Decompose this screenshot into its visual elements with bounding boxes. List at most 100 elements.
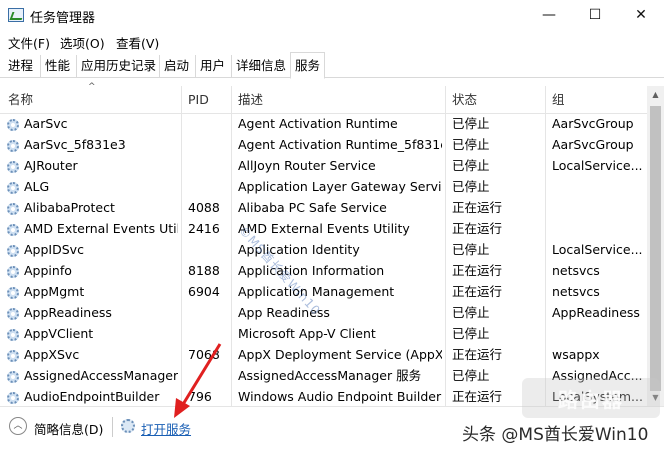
service-status: 正在运行: [452, 347, 503, 362]
service-description: Application Management: [238, 284, 395, 299]
service-description: Agent Activation Runtime_5f831e3: [238, 137, 442, 152]
window-title: 任务管理器: [30, 11, 96, 26]
author-watermark: 头条 @MS酋长爱Win10: [462, 425, 649, 445]
red-arrow-annotation: [174, 343, 222, 418]
router-logo-watermark: 路由器: [522, 378, 660, 418]
service-row[interactable]: AppIDSvc Application Identity 已停止 LocalServ…: [0, 240, 648, 261]
column-pid[interactable]: PID: [181, 86, 231, 114]
service-row[interactable]: ALG Application Layer Gateway Service 已停止: [0, 177, 648, 198]
service-description: AllJoyn Router Service: [238, 158, 376, 173]
minimize-button[interactable]: —: [526, 0, 572, 30]
service-name: AssignedAccessManager...: [24, 368, 178, 383]
open-services-link[interactable]: 打开服务: [141, 419, 191, 438]
service-group: [552, 198, 642, 219]
column-status[interactable]: 状态: [445, 86, 545, 114]
menu-view[interactable]: 查看(V): [116, 33, 159, 52]
service-pid: 6904: [188, 284, 220, 299]
service-name: AJRouter: [24, 158, 78, 173]
service-gear-icon: [7, 266, 19, 278]
services-list: AarSvc Agent Activation Runtime 已停止 AarSvcG…: [0, 114, 648, 406]
service-name: AppXSvc: [24, 347, 80, 362]
column-name[interactable]: 名称: [2, 86, 182, 114]
service-row[interactable]: AarSvc_5f831e3 Agent Activation Runtime_5…: [0, 135, 648, 156]
service-description: Agent Activation Runtime: [238, 116, 398, 131]
task-manager-icon: [8, 8, 24, 22]
service-group: AarSvcGroup: [552, 137, 634, 152]
tab-app-history[interactable]: 应用历史记录: [76, 55, 160, 78]
service-name: AppMgmt: [24, 284, 85, 299]
service-row[interactable]: AppMgmt 6904 Application Management 正在运行 net…: [0, 282, 648, 303]
vertical-scrollbar[interactable]: ▲ ▼: [647, 86, 664, 406]
service-pid: [188, 240, 230, 261]
service-gear-icon: [7, 161, 19, 173]
tab-performance[interactable]: 性能: [40, 55, 74, 78]
close-button[interactable]: ✕: [618, 0, 664, 30]
service-group: [552, 177, 642, 198]
service-name: AlibabaProtect: [24, 200, 115, 215]
service-row[interactable]: Appinfo 8188 Application Information 正在运行 ne…: [0, 261, 648, 282]
title-bar: 任务管理器 — ☐ ✕: [0, 0, 664, 30]
tab-bar: 进程 性能 应用历史记录 启动 用户 详细信息 服务: [0, 52, 664, 79]
service-status: 已停止: [452, 137, 490, 152]
service-name: AppVClient: [24, 326, 94, 341]
services-gear-icon[interactable]: [121, 419, 135, 433]
service-pid: [188, 177, 230, 198]
service-group: netsvcs: [552, 263, 600, 278]
service-name: AppIDSvc: [24, 242, 84, 257]
tab-users[interactable]: 用户: [195, 55, 229, 78]
service-description: Application Layer Gateway Service: [238, 179, 442, 194]
tab-processes[interactable]: 进程: [4, 55, 37, 78]
menu-options[interactable]: 选项(O): [60, 33, 105, 52]
column-header: 名称 PID 描述 状态 组: [0, 86, 648, 114]
service-description: AppX Deployment Service (AppX...: [238, 347, 442, 362]
service-pid: [188, 114, 230, 135]
service-row[interactable]: AMD External Events Util... 2416 AMD Exter…: [0, 219, 648, 240]
menu-bar: 文件(F) 选项(O) 查看(V): [0, 30, 664, 52]
service-status: 已停止: [452, 242, 490, 257]
footer-separator: [112, 417, 113, 437]
service-row[interactable]: AlibabaProtect 4088 Alibaba PC Safe Servic…: [0, 198, 648, 219]
tab-startup[interactable]: 启动: [159, 55, 193, 78]
service-gear-icon: [7, 140, 19, 152]
service-name: ALG: [24, 179, 50, 194]
service-row[interactable]: AarSvc Agent Activation Runtime 已停止 AarSvcG…: [0, 114, 648, 135]
service-group: wsappx: [552, 347, 600, 362]
service-gear-icon: [7, 329, 19, 341]
tab-services[interactable]: 服务: [290, 52, 326, 79]
service-description: AssignedAccessManager 服务: [238, 368, 422, 383]
scrollbar-thumb[interactable]: [650, 106, 661, 391]
service-group: AppReadiness: [552, 305, 640, 320]
chevron-up-icon[interactable]: ︿: [9, 417, 27, 435]
service-pid: 2416: [188, 221, 220, 236]
service-row[interactable]: AJRouter AllJoyn Router Service 已停止 LocalSe…: [0, 156, 648, 177]
service-group: LocalService...: [552, 242, 642, 257]
service-status: 正在运行: [452, 284, 503, 299]
service-group: [552, 324, 642, 345]
service-pid: [188, 135, 230, 156]
service-pid: 4088: [188, 200, 220, 215]
service-status: 已停止: [452, 179, 490, 194]
tab-details[interactable]: 详细信息: [231, 55, 290, 78]
service-status: 已停止: [452, 158, 490, 173]
service-row[interactable]: AppVClient Microsoft App-V Client 已停止: [0, 324, 648, 345]
service-gear-icon: [7, 119, 19, 131]
brief-info-button[interactable]: 简略信息(D): [34, 419, 103, 438]
service-name: AMD External Events Util...: [24, 221, 178, 236]
service-name: AppReadiness: [24, 305, 112, 320]
service-pid: 8188: [188, 263, 220, 278]
maximize-button[interactable]: ☐: [572, 0, 618, 30]
service-status: 已停止: [452, 326, 490, 341]
service-group: LocalService...: [552, 158, 642, 173]
service-gear-icon: [7, 182, 19, 194]
service-status: 正在运行: [452, 263, 503, 278]
column-group[interactable]: 组: [545, 86, 647, 114]
menu-file[interactable]: 文件(F): [8, 33, 50, 52]
service-gear-icon: [7, 245, 19, 257]
service-row[interactable]: AppXSvc 7068 AppX Deployment Service (AppX…: [0, 345, 648, 366]
service-gear-icon: [7, 308, 19, 320]
scroll-up-icon[interactable]: ▲: [647, 86, 664, 103]
service-gear-icon: [7, 287, 19, 299]
column-description[interactable]: 描述: [231, 86, 445, 114]
service-gear-icon: [7, 203, 19, 215]
service-gear-icon: [7, 392, 19, 404]
